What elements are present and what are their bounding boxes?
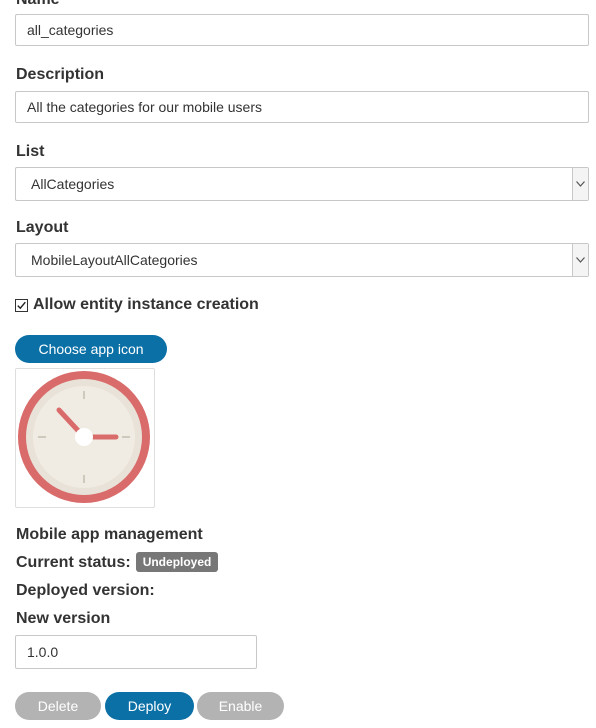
layout-select[interactable]: MobileLayoutAllCategories [15,243,589,277]
current-status-row: Current status: Undeployed [16,552,219,573]
name-label: Name [16,0,60,10]
app-icon-preview [15,368,155,508]
list-select[interactable]: AllCategories [15,167,589,201]
current-status-label: Current status: [16,554,131,572]
allow-creation-checkbox[interactable] [15,298,28,312]
app-settings-form: Name all_categories Description All the … [0,0,596,728]
management-heading: Mobile app management [16,526,203,543]
name-input[interactable]: all_categories [15,14,589,46]
clock-icon [18,371,150,503]
new-version-input[interactable]: 1.0.0 [15,635,257,669]
allow-creation-label: Allow entity instance creation [33,296,259,313]
list-select-value: AllCategories [31,176,115,192]
choose-app-icon-button[interactable]: Choose app icon [15,335,167,363]
layout-select-value: MobileLayoutAllCategories [31,252,198,268]
checkmark-icon [17,301,26,309]
chevron-down-icon[interactable] [572,168,588,200]
description-input[interactable]: All the categories for our mobile users [15,91,589,123]
list-label: List [16,143,45,160]
enable-button[interactable]: Enable [197,692,284,720]
status-badge: Undeployed [135,552,219,572]
layout-label: Layout [16,219,69,236]
chevron-down-icon[interactable] [572,244,588,276]
description-label: Description [16,66,105,83]
allow-creation-row[interactable]: Allow entity instance creation [15,295,259,315]
deploy-button[interactable]: Deploy [105,692,194,720]
new-version-label: New version [16,610,111,627]
deployed-version-label: Deployed version: [16,582,155,599]
delete-button[interactable]: Delete [15,692,101,720]
